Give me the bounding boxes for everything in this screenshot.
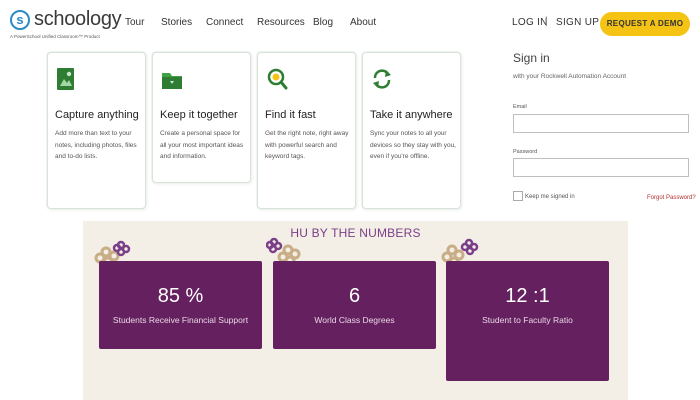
email-label: Email bbox=[513, 104, 527, 110]
schoology-logo[interactable]: s schoology A PowerSchool Unified Classr… bbox=[10, 8, 122, 40]
stat-label: World Class Degrees bbox=[314, 315, 395, 325]
keep-signed-in-checkbox[interactable] bbox=[513, 191, 523, 201]
logo-wordmark: schoology bbox=[34, 8, 122, 30]
signin-subtitle: with your Rockwell Automation Account bbox=[513, 73, 627, 80]
feature-card-find[interactable]: Find it fast Get the right note, right a… bbox=[257, 52, 356, 209]
nav-link-stories[interactable]: Stories bbox=[161, 17, 192, 28]
feature-card-anywhere[interactable]: Take it anywhere Sync your notes to all … bbox=[362, 52, 461, 209]
feature-title: Capture anything bbox=[55, 109, 139, 121]
signup-link[interactable]: SIGN UP bbox=[556, 17, 599, 28]
feature-title: Keep it together bbox=[160, 109, 238, 121]
feature-description: Sync your notes to all your devices so t… bbox=[370, 130, 456, 160]
stat-label: Students Receive Financial Support bbox=[112, 315, 249, 325]
password-label: Password bbox=[513, 149, 538, 155]
stat-value: 6 bbox=[348, 285, 361, 307]
stat-card-degrees: 6 World Class Degrees bbox=[273, 261, 436, 349]
feature-title: Take it anywhere bbox=[370, 109, 453, 121]
login-link[interactable]: LOG IN bbox=[512, 17, 548, 28]
signin-title: Sign in bbox=[513, 51, 550, 65]
stat-label: Student to Faculty Ratio bbox=[482, 315, 573, 325]
nav-link-connect[interactable]: Connect bbox=[206, 17, 243, 28]
nav-link-blog[interactable]: Blog bbox=[313, 17, 333, 28]
note-image-icon bbox=[57, 68, 74, 90]
folder-icon bbox=[162, 73, 182, 89]
stat-value: 12 :1 bbox=[505, 285, 550, 307]
forgot-password-link[interactable]: Forgot Password? bbox=[647, 195, 696, 201]
sync-icon bbox=[373, 69, 391, 89]
nav-link-about[interactable]: About bbox=[350, 17, 376, 28]
stat-card-ratio: 12 :1 Student to Faculty Ratio bbox=[446, 261, 609, 381]
nav-separator: | bbox=[545, 16, 548, 27]
feature-description: Get the right note, right away with powe… bbox=[265, 130, 349, 160]
email-field[interactable] bbox=[513, 114, 689, 133]
feature-description: Add more than text to your notes, includ… bbox=[55, 130, 137, 160]
feature-description: Create a personal space for all your mos… bbox=[160, 130, 244, 160]
nav-link-resources[interactable]: Resources bbox=[257, 17, 305, 28]
search-icon bbox=[267, 68, 288, 90]
password-field[interactable] bbox=[513, 158, 689, 177]
numbers-title: HU BY THE NUMBERS bbox=[290, 226, 421, 240]
nav-link-tour[interactable]: Tour bbox=[125, 17, 144, 28]
feature-title: Find it fast bbox=[265, 109, 316, 121]
logo-tagline: A PowerSchool Unified Classroom™ Product bbox=[10, 34, 100, 39]
stat-card-financial-support: 85 % Students Receive Financial Support bbox=[99, 261, 262, 349]
feature-card-capture[interactable]: Capture anything Add more than text to y… bbox=[47, 52, 146, 209]
feature-card-keep[interactable]: Keep it together Create a personal space… bbox=[152, 52, 251, 183]
stat-value: 85 % bbox=[157, 285, 204, 307]
top-navigation: s schoology A PowerSchool Unified Classr… bbox=[0, 0, 700, 46]
request-demo-button[interactable]: REQUEST A DEMO bbox=[600, 12, 690, 36]
keep-signed-in-label: Keep me signed in bbox=[525, 194, 575, 200]
logo-s-icon: s bbox=[10, 10, 30, 30]
